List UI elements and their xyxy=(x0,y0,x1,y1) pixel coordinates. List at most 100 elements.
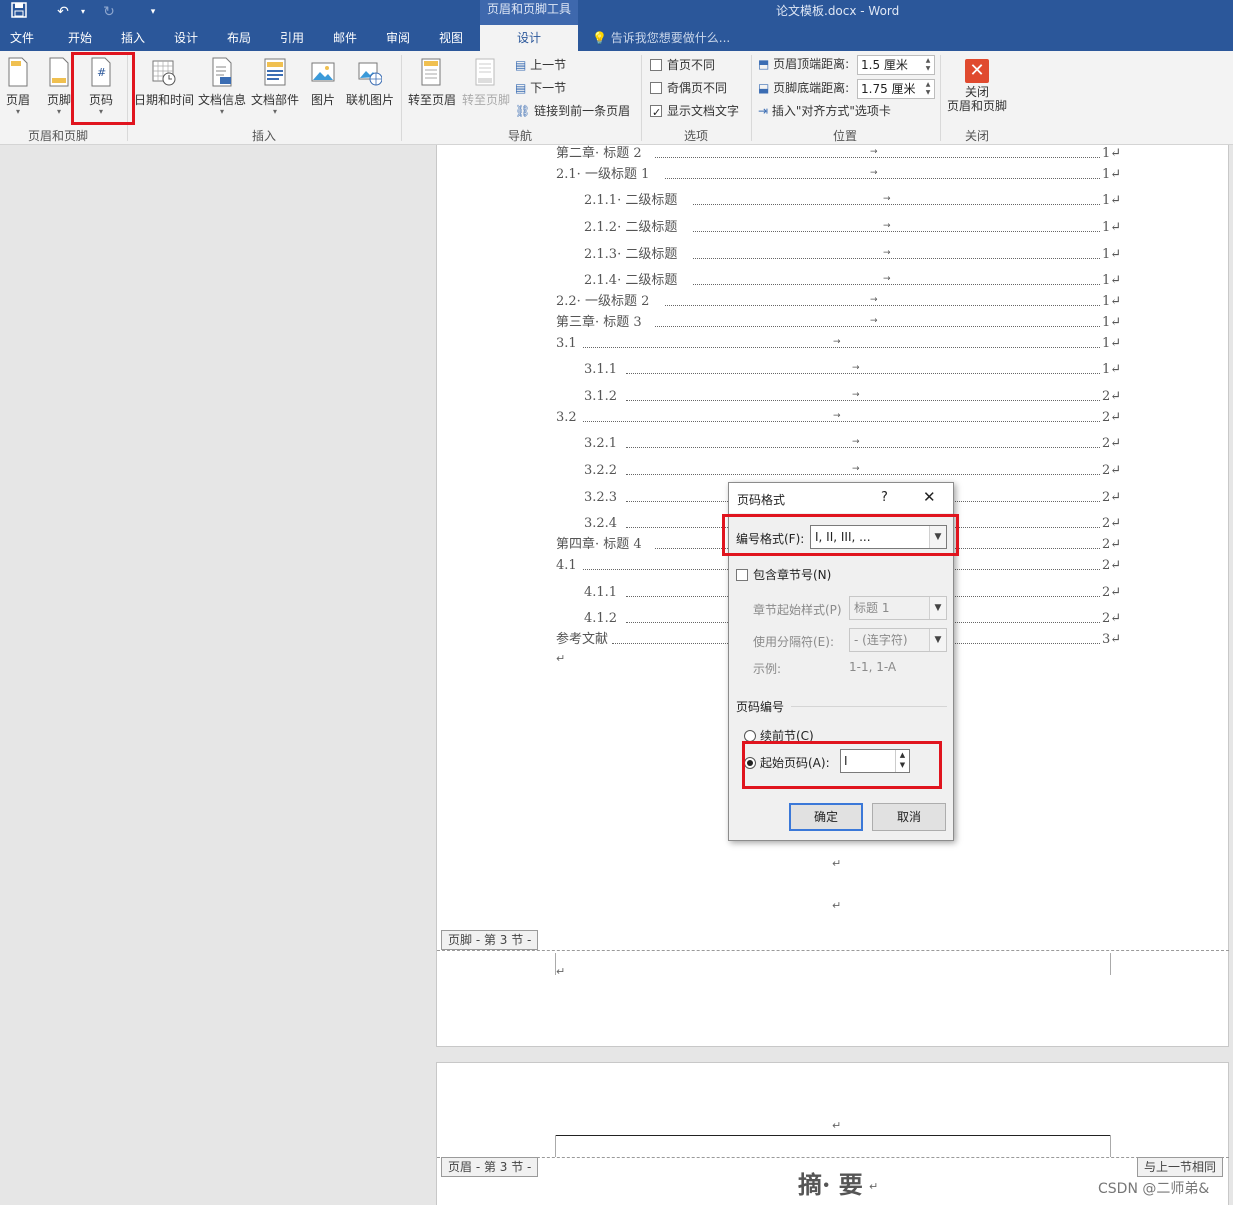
toc-entry-text: 3.2.4 xyxy=(584,516,618,531)
date-time-button[interactable]: 日期和时间 xyxy=(133,57,195,108)
toc-leader xyxy=(664,305,1100,306)
group-label-options: 选项 xyxy=(684,129,709,143)
show-doc-text-label: 显示文档文字 xyxy=(667,104,740,118)
toc-page-number: 1↵ xyxy=(1102,336,1122,351)
toc-page-number: 1↵ xyxy=(1102,362,1122,377)
toc-entry-text: 2.2· 一级标题 2 xyxy=(556,294,650,309)
close-icon[interactable]: ✕ xyxy=(923,488,936,506)
group-label-insert: 插入 xyxy=(252,129,277,143)
tab-layout[interactable]: 布局 xyxy=(227,29,251,46)
ok-button[interactable]: 确定 xyxy=(789,803,863,831)
goto-header-button[interactable]: 转至页眉 xyxy=(406,57,458,108)
paragraph-mark: ↵ xyxy=(556,652,566,665)
chevron-down-icon: ▾ xyxy=(219,107,224,116)
checkbox[interactable] xyxy=(736,569,748,581)
tab-home[interactable]: 开始 xyxy=(68,29,92,46)
separator-value: - (连字符) xyxy=(854,633,908,647)
toc-entry-text: 2.1.4· 二级标题 xyxy=(584,273,678,288)
different-first-page-checkbox[interactable]: 首页不同 xyxy=(650,55,715,75)
spinner-icon[interactable]: ▲ ▼ xyxy=(923,57,933,73)
picture-icon xyxy=(311,62,335,82)
redo-icon[interactable]: ↻ xyxy=(98,2,120,22)
footer-from-bottom-value: 1.75 厘米 xyxy=(861,82,916,96)
toc-page-number: 2↵ xyxy=(1102,611,1122,626)
chevron-down-icon[interactable]: ▼ xyxy=(929,629,946,651)
tab-review[interactable]: 审阅 xyxy=(386,29,410,46)
calendar-icon xyxy=(152,60,176,86)
online-picture-button[interactable]: 联机图片 xyxy=(345,57,395,108)
toc-leader xyxy=(692,231,1100,232)
toc-page-number: 1↵ xyxy=(1102,294,1122,309)
tab-file[interactable]: 文件 xyxy=(10,29,34,46)
footer-from-bottom-label: 页脚底端距离: xyxy=(773,81,850,95)
footer-from-bottom-input[interactable]: 1.75 厘米 ▲ ▼ xyxy=(857,79,935,99)
different-odd-even-label: 奇偶页不同 xyxy=(667,81,728,95)
tab-design[interactable]: 设计 xyxy=(174,29,198,46)
header-button[interactable]: 页眉 ▾ xyxy=(4,57,32,116)
different-odd-even-checkbox[interactable]: 奇偶页不同 xyxy=(650,78,727,98)
previous-section-button[interactable]: ▤ 上一节 xyxy=(515,55,566,75)
undo-icon[interactable]: ↶ xyxy=(52,2,74,22)
chevron-down-icon[interactable]: ▼ xyxy=(929,597,946,619)
footer-button[interactable]: 页脚 ▾ xyxy=(44,57,74,116)
tell-me-search[interactable]: 💡 告诉我您想要做什么... xyxy=(592,29,730,46)
footer-boundary xyxy=(437,950,1229,951)
checkbox[interactable] xyxy=(650,82,662,94)
toc-entry-text: 第二章· 标题 2 xyxy=(556,146,642,161)
toc-entry-text: 2.1.3· 二级标题 xyxy=(584,247,678,262)
checkbox[interactable] xyxy=(650,59,662,71)
next-label: 下一节 xyxy=(530,81,567,95)
toc-page-number: 2↵ xyxy=(1102,490,1122,505)
lightbulb-icon: 💡 xyxy=(592,31,607,45)
tab-arrow-mark: → xyxy=(883,248,891,258)
undo-dropdown-icon[interactable]: ▾ xyxy=(72,2,94,22)
toc-entry-text: 4.1.1 xyxy=(584,585,618,600)
chapter-style-select[interactable]: 标题 1 ▼ xyxy=(849,596,947,620)
separator-select[interactable]: - (连字符) ▼ xyxy=(849,628,947,652)
next-section-button[interactable]: ▤ 下一节 xyxy=(515,78,566,98)
footer-icon xyxy=(49,57,69,87)
tab-references[interactable]: 引用 xyxy=(280,29,304,46)
cancel-button[interactable]: 取消 xyxy=(872,803,946,831)
close-header-footer-button[interactable]: ✕ 关闭 页眉和页脚 xyxy=(945,59,1009,113)
footer-label: 页脚 xyxy=(46,93,71,107)
title-bar: ↶ ▾ ↻ ▾ 页眉和页脚工具 论文模板.docx - Word xyxy=(0,0,1233,25)
customize-icon[interactable]: ▾ xyxy=(142,2,164,22)
checkbox-checked[interactable] xyxy=(650,103,662,123)
group-label-close: 关闭 xyxy=(965,129,990,143)
goto-header-icon xyxy=(421,58,441,86)
tab-hf-design[interactable]: 设计 xyxy=(480,25,578,51)
separator-label: 使用分隔符(E): xyxy=(753,635,834,649)
quick-parts-button[interactable]: 文档部件 ▾ xyxy=(250,57,300,116)
online-picture-icon xyxy=(358,62,382,86)
toc-entry-text: 第四章· 标题 4 xyxy=(556,537,642,552)
chapter-style-value: 标题 1 xyxy=(854,601,890,615)
toc-page-number: 2↵ xyxy=(1102,410,1122,425)
insert-align-tab-button[interactable]: ⇥ 插入"对齐方式"选项卡 xyxy=(758,101,891,121)
header-rule xyxy=(555,1135,1111,1136)
tab-view[interactable]: 视图 xyxy=(439,29,463,46)
show-doc-text-checkbox[interactable]: 显示文档文字 xyxy=(650,101,740,123)
doc-info-button[interactable]: 文档信息 ▾ xyxy=(197,57,247,116)
header-from-top-input[interactable]: 1.5 厘米 ▲ ▼ xyxy=(857,55,935,75)
example-label: 示例: xyxy=(753,662,782,676)
save-icon[interactable] xyxy=(8,2,30,22)
tab-mailings[interactable]: 邮件 xyxy=(333,29,357,46)
highlight-number-format xyxy=(722,514,959,556)
goto-footer-button[interactable]: 转至页脚 xyxy=(460,57,512,108)
link-previous-button[interactable]: ⛓ 链接到前一条页眉 xyxy=(515,101,630,121)
include-chapter-checkbox[interactable]: 包含章节号(N) xyxy=(736,566,831,583)
toc-page-number: 1↵ xyxy=(1102,220,1122,235)
tab-insert[interactable]: 插入 xyxy=(121,29,145,46)
toc-entry-text: 3.1.2 xyxy=(584,389,618,404)
spinner-icon[interactable]: ▲ ▼ xyxy=(923,81,933,97)
picture-button[interactable]: 图片 xyxy=(308,57,338,108)
toc-page-number: 1↵ xyxy=(1102,273,1122,288)
link-icon: ⛓ xyxy=(515,104,531,118)
toc-entry-text: 第三章· 标题 3 xyxy=(556,315,642,330)
toc-page-number: 1↵ xyxy=(1102,193,1122,208)
group-label-position: 位置 xyxy=(833,129,858,143)
help-icon[interactable]: ? xyxy=(881,490,888,505)
section-divider xyxy=(791,706,947,707)
tab-arrow-mark: → xyxy=(852,464,860,474)
